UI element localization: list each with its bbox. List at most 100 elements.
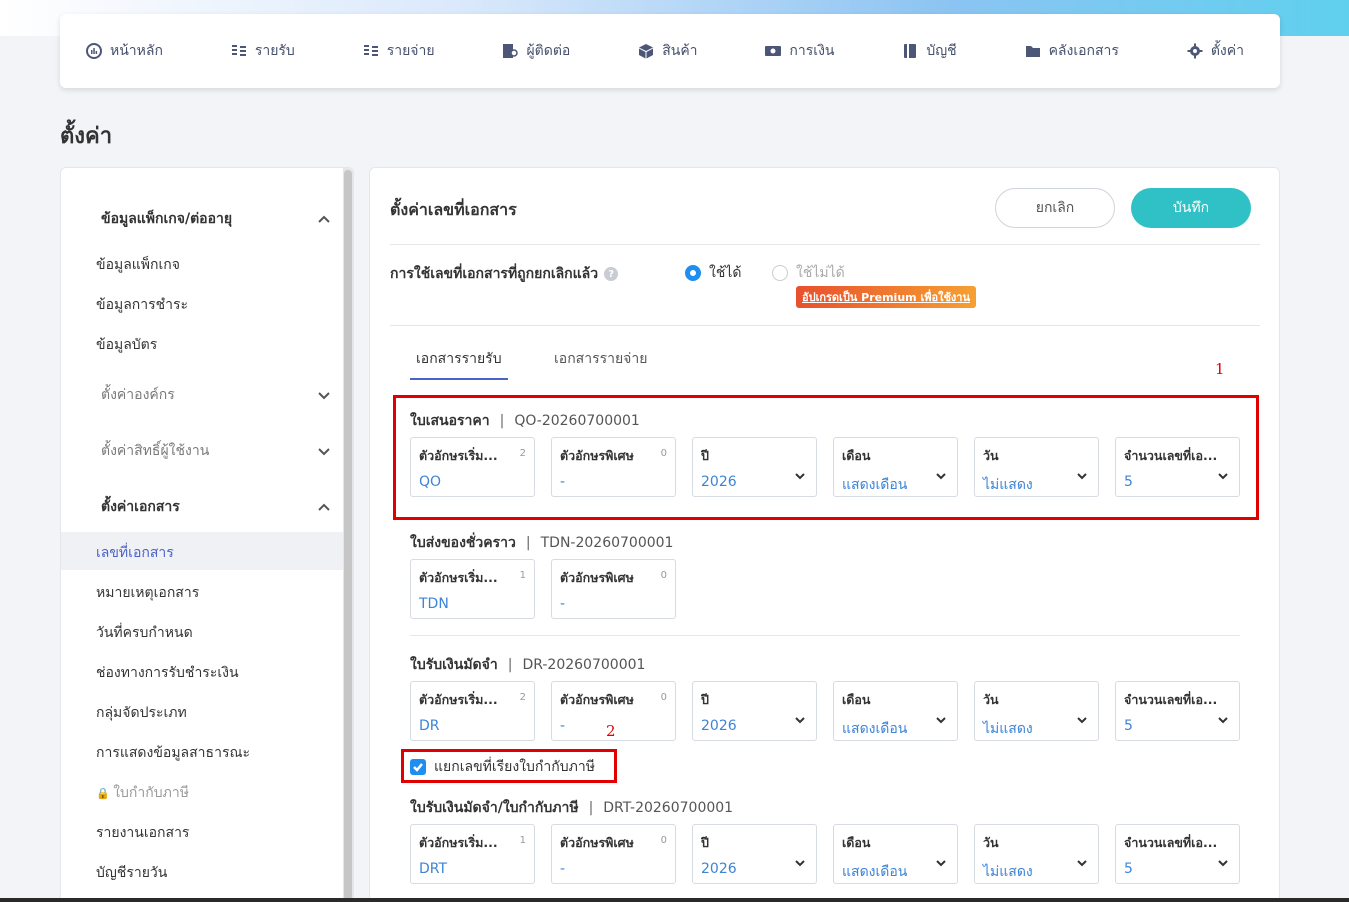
cancel-button[interactable]: ยกเลิก [995, 188, 1115, 228]
field-prefix[interactable]: ตัวอักษรเริ่ม... 2 QO [410, 437, 535, 497]
nav-contacts[interactable]: ผู้ติดต่อ [502, 40, 570, 62]
field-label: ตัวอักษรเริ่ม... [419, 692, 498, 707]
field-prefix[interactable]: ตัวอักษรเริ่ม... 1 DRT [410, 824, 535, 884]
radio-disallow[interactable]: ใช้ไม่ได้ [772, 262, 845, 284]
char-count: 1 [519, 835, 526, 846]
sidebar-item-report[interactable]: รายงานเอกสาร [96, 822, 189, 844]
sidebar-item-package[interactable]: ข้อมูลแพ็กเกจ [96, 254, 180, 276]
nav-home[interactable]: หน้าหลัก [86, 40, 163, 62]
select-year[interactable]: ปี 2026 [692, 824, 817, 884]
sidebar-section-doc[interactable]: ตั้งค่าเอกสาร [101, 496, 331, 518]
nav-documents[interactable]: คลังเอกสาร [1025, 40, 1119, 62]
select-digits[interactable]: จำนวนเลขที่เอ... 5 [1115, 437, 1240, 497]
premium-upgrade-badge[interactable]: อัปเกรดเป็น Premium เพื่อใช้งาน [796, 286, 976, 308]
sidebar-item-group[interactable]: กลุ่มจัดประเภท [96, 702, 187, 724]
annotation-number-1: 1 [1215, 360, 1225, 378]
annotation-number-2: 2 [606, 722, 616, 740]
sidebar-section-doc-label: ตั้งค่าเอกสาร [101, 499, 180, 515]
doc-code: DR-20260700001 [522, 657, 646, 673]
select-day[interactable]: วัน ไม่แสดง [974, 824, 1099, 884]
lock-icon: 🔒 [96, 787, 114, 800]
sidebar-item-card[interactable]: ข้อมูลบัตร [96, 334, 157, 356]
field-value: แสดงเดือน [842, 477, 908, 493]
sidebar-section-org[interactable]: ตั้งค่าองค์กร [101, 384, 331, 406]
docno-settings-panel: ตั้งค่าเลขที่เอกสาร ยกเลิก บันทึก การใช้… [369, 167, 1280, 902]
help-icon[interactable]: ? [604, 267, 619, 281]
select-day[interactable]: วัน ไม่แสดง [974, 681, 1099, 741]
field-label: เดือน [842, 835, 871, 850]
doc-separator: | [588, 800, 594, 816]
field-prefix[interactable]: ตัวอักษรเริ่ม... 2 DR [410, 681, 535, 741]
sidebar-scroll-thumb[interactable] [344, 170, 352, 900]
field-special[interactable]: ตัวอักษรพิเศษ 0 - [551, 437, 676, 497]
nav-finance[interactable]: การเงิน [765, 40, 834, 62]
checkbox-checked[interactable] [410, 759, 426, 775]
field-label: วัน [983, 835, 999, 850]
field-label: เดือน [842, 448, 871, 463]
field-label: ตัวอักษรพิเศษ [560, 448, 634, 463]
nav-products-label: สินค้า [662, 43, 698, 59]
field-label: วัน [983, 692, 999, 707]
doc-name: ใบส่งของชั่วคราว [410, 535, 516, 551]
chevron-down-icon [1218, 717, 1228, 724]
field-label: ตัวอักษรเริ่ม... [419, 835, 498, 850]
char-count: 2 [519, 448, 526, 459]
radio-allow[interactable]: ใช้ได้ [685, 262, 741, 284]
sidebar-item-daily[interactable]: บัญชีรายวัน [96, 862, 167, 884]
taskbar-strip [0, 898, 1349, 902]
doc-name: ใบรับเงินมัดจำ/ใบกำกับภาษี [410, 800, 579, 816]
divider [390, 325, 1260, 326]
sidebar-item-payment[interactable]: ข้อมูลการชำระ [96, 294, 188, 316]
field-value: DRT [419, 861, 448, 877]
select-digits[interactable]: จำนวนเลขที่เอ... 5 [1115, 824, 1240, 884]
sidebar-item-channel[interactable]: ช่องทางการรับชำระเงิน [96, 662, 239, 684]
nav-expense[interactable]: รายจ่าย [363, 40, 435, 62]
field-value: - [560, 861, 566, 877]
sidebar-section-package[interactable]: ข้อมูลแพ็กเกจ/ต่ออายุ [101, 208, 331, 230]
doc-title-delivery: ใบส่งของชั่วคราว | TDN-20260700001 [410, 532, 673, 554]
sidebar-item-public[interactable]: การแสดงข้อมูลสาธารณะ [96, 742, 250, 764]
nav-products[interactable]: สินค้า [638, 40, 698, 62]
select-month[interactable]: เดือน แสดงเดือน [833, 437, 958, 497]
select-month[interactable]: เดือน แสดงเดือน [833, 824, 958, 884]
separate-taxinv-label: แยกเลขที่เรียงใบกำกับภาษี [434, 759, 595, 775]
select-day[interactable]: วัน ไม่แสดง [974, 437, 1099, 497]
sidebar-item-taxinv[interactable]: 🔒 ใบกำกับภาษี [96, 782, 189, 804]
tab-income-docs[interactable]: เอกสารรายรับ [410, 348, 508, 380]
expense-icon [363, 45, 378, 56]
field-label: ปี [701, 448, 709, 463]
select-year[interactable]: ปี 2026 [692, 437, 817, 497]
field-special[interactable]: ตัวอักษรพิเศษ 0 - [551, 824, 676, 884]
gear-icon [1187, 43, 1203, 59]
radio-allow-dot [685, 265, 701, 281]
char-count: 0 [660, 570, 667, 581]
sidebar-section-org-label: ตั้งค่าองค์กร [101, 387, 175, 403]
sidebar-item-due[interactable]: วันที่ครบกำหนด [96, 622, 193, 644]
sidebar-scrollbar[interactable] [343, 168, 353, 901]
char-count: 2 [519, 692, 526, 703]
separate-taxinv-checkbox[interactable]: แยกเลขที่เรียงใบกำกับภาษี [410, 756, 595, 778]
chevron-down-icon [1077, 473, 1087, 480]
radio-allow-label: ใช้ได้ [709, 265, 742, 281]
field-special[interactable]: ตัวอักษรพิเศษ 0 - [551, 559, 676, 619]
folder-icon [1025, 46, 1040, 57]
save-button[interactable]: บันทึก [1131, 188, 1251, 228]
nav-accounting[interactable]: บัญชี [902, 40, 957, 62]
field-prefix[interactable]: ตัวอักษรเริ่ม... 1 TDN [410, 559, 535, 619]
chevron-down-icon [795, 473, 805, 480]
select-month[interactable]: เดือน แสดงเดือน [833, 681, 958, 741]
select-digits[interactable]: จำนวนเลขที่เอ... 5 [1115, 681, 1240, 741]
sidebar-section-user[interactable]: ตั้งค่าสิทธิ์ผู้ใช้งาน [101, 440, 331, 462]
book-icon [904, 44, 917, 58]
sidebar-item-taxinv-label: ใบกำกับภาษี [113, 785, 189, 801]
nav-settings[interactable]: ตั้งค่า [1187, 40, 1244, 62]
tab-expense-docs[interactable]: เอกสารรายจ่าย [554, 348, 647, 370]
chevron-down-icon [936, 473, 946, 480]
nav-finance-label: การเงิน [789, 43, 835, 59]
chevron-down-icon [1077, 860, 1087, 867]
nav-income-label: รายรับ [254, 43, 295, 59]
sidebar-item-docno[interactable]: เลขที่เอกสาร [96, 542, 174, 564]
sidebar-item-remark[interactable]: หมายเหตุเอกสาร [96, 582, 199, 604]
select-year[interactable]: ปี 2026 [692, 681, 817, 741]
nav-income[interactable]: รายรับ [231, 40, 295, 62]
